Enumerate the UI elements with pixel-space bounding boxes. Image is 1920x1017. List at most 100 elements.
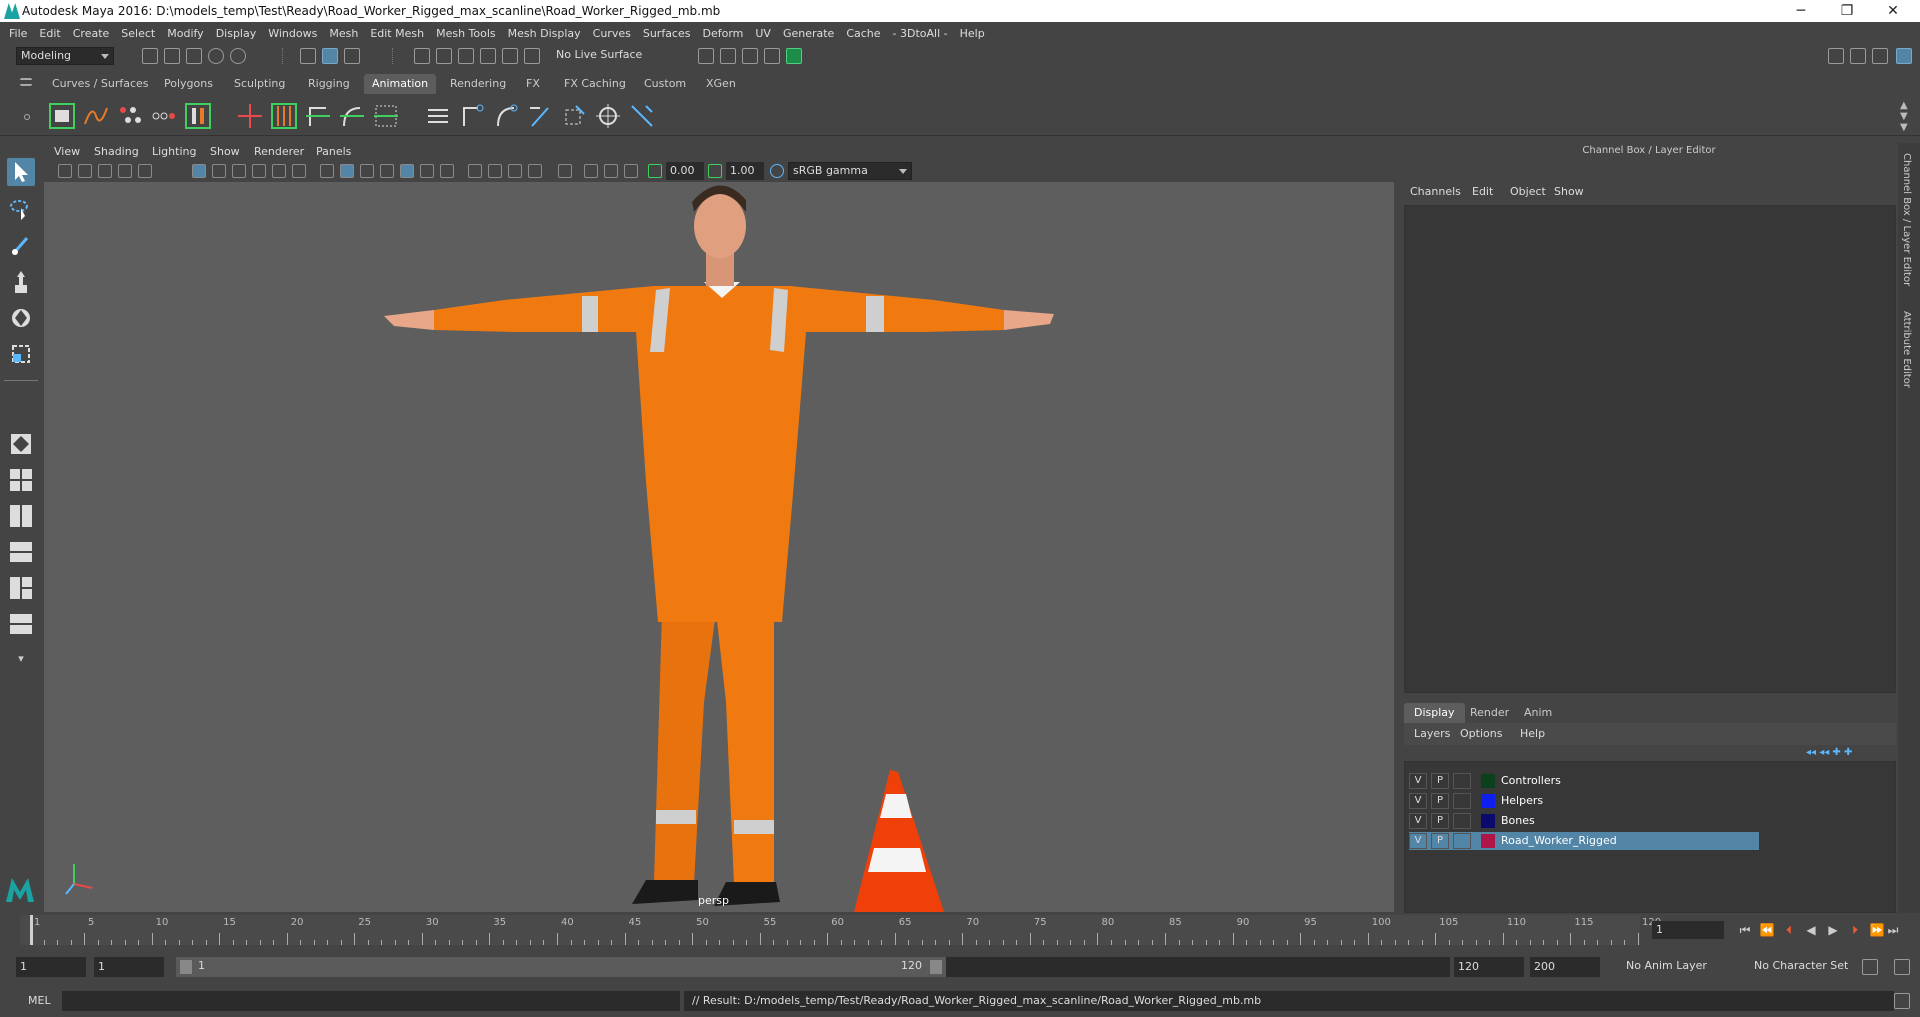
locator-icon[interactable] [594,102,622,130]
minimize-button[interactable]: ─ [1778,0,1824,22]
textured-icon[interactable] [400,164,414,178]
shelf-scroll-icon[interactable]: ▲ ▼ ▼ [1900,100,1908,133]
ipr-render-icon[interactable] [742,48,758,64]
menu-edit-mesh[interactable]: Edit Mesh [370,27,424,40]
tab-xgen[interactable]: XGen [698,74,744,94]
bookmark-icon[interactable] [98,164,112,178]
dope-sheet-icon[interactable] [184,102,212,130]
ik-handle-icon[interactable] [270,102,298,130]
go-to-start-icon[interactable]: ⏮ [1737,922,1753,938]
workspace-layout-icon[interactable] [1828,48,1844,64]
gamma-field[interactable]: 1.00 [726,162,764,180]
color-space-selector[interactable]: sRGB gamma [788,162,912,180]
toggle-attribute-editor-icon[interactable] [1850,48,1866,64]
menu-3dtoall[interactable]: - 3DtoAll - [893,27,948,40]
layer-row-bones[interactable]: V P Bones [1409,812,1759,830]
outliner-layout-icon[interactable] [7,538,35,566]
snap-point-icon[interactable] [458,48,474,64]
pole-vector-icon[interactable] [526,102,554,130]
camera-select-icon[interactable] [58,164,72,178]
xray-joints-icon[interactable] [584,164,598,178]
render-current-icon[interactable] [720,48,736,64]
redo-icon[interactable] [230,48,246,64]
render-settings-icon[interactable] [764,48,780,64]
snap-view-plane-icon[interactable] [480,48,496,64]
playback-start-field[interactable]: 1 [94,957,164,977]
tab-render[interactable]: Render [1460,703,1519,723]
layer-color-swatch[interactable] [1481,814,1495,828]
tab-custom[interactable]: Custom [636,74,695,94]
camera-attributes-icon[interactable] [78,164,92,178]
panel-menu-panels[interactable]: Panels [316,145,351,158]
start-time-field[interactable]: 1 [16,957,86,977]
menu-mesh-display[interactable]: Mesh Display [508,27,581,40]
film-gate-icon[interactable] [212,164,226,178]
menu-help[interactable]: Help [960,27,985,40]
tab-animation[interactable]: Animation [364,74,437,94]
layer-row-road-worker-rigged[interactable]: V P Road_Worker_Rigged [1409,832,1759,850]
auto-key-icon[interactable] [1862,959,1878,975]
select-by-hierarchy-icon[interactable] [300,48,316,64]
menu-options[interactable]: Options [1460,727,1502,740]
more-layouts-icon[interactable]: ▾ [7,652,35,668]
perspective-viewport[interactable]: persp [44,182,1394,912]
live-surface-field[interactable]: No Live Surface [552,47,658,65]
tab-anim[interactable]: Anim [1514,703,1562,723]
history-icon[interactable] [524,48,540,64]
create-joint-icon[interactable] [236,102,264,130]
tab-rigging[interactable]: Rigging [300,74,358,94]
mode-selector[interactable]: Modeling [16,47,114,65]
tab-rendering[interactable]: Rendering [442,74,515,94]
display-type-toggle[interactable] [1453,833,1471,849]
open-scene-icon[interactable] [164,48,180,64]
anim-layer-selector[interactable]: No Anim Layer [1622,957,1742,977]
menu-windows[interactable]: Windows [268,27,317,40]
menu-deform[interactable]: Deform [702,27,743,40]
time-slider[interactable]: 1 5 10 15 20 25 30 35 40 45 50 55 60 65 70 75 80 85 90 95 10… [20,915,1661,945]
toggle-channel-box-icon[interactable] [1896,48,1912,64]
screen-space-ao-icon[interactable] [468,164,482,178]
rotate-tool-icon[interactable] [7,304,35,332]
orient-constraint-icon[interactable] [458,102,486,130]
set-key-icon[interactable] [116,102,144,130]
tab-display[interactable]: Display [1404,703,1465,723]
resolution-gate-icon[interactable] [232,164,246,178]
panel-menu-lighting[interactable]: Lighting [152,145,196,158]
wireframe-icon[interactable] [320,164,334,178]
single-view-layout-icon[interactable] [7,430,35,458]
field-chart-icon[interactable] [272,164,286,178]
hypershade-icon[interactable] [786,48,802,64]
grid-toggle-icon[interactable] [192,164,206,178]
tab-sculpting[interactable]: Sculpting [226,74,294,94]
menu-mesh[interactable]: Mesh [329,27,358,40]
tab-attribute-editor-vertical[interactable]: Attribute Editor [1901,311,1912,388]
graph-layout-icon[interactable] [7,574,35,602]
visibility-toggle[interactable]: V [1409,793,1427,809]
select-by-object-icon[interactable] [322,48,338,64]
parent-constraint-icon[interactable] [338,102,366,130]
motion-blur-icon[interactable] [488,164,502,178]
select-by-component-icon[interactable] [344,48,360,64]
display-type-toggle[interactable] [1453,793,1471,809]
hud-icon[interactable] [624,164,638,178]
channel-box-area[interactable] [1404,205,1896,693]
isolate-select-icon[interactable] [558,164,572,178]
menu-edit[interactable]: Edit [39,27,60,40]
select-tool-icon[interactable] [7,158,35,186]
menu-object[interactable]: Object [1510,185,1546,198]
new-scene-icon[interactable] [142,48,158,64]
cluster-icon[interactable] [372,102,400,130]
tab-curves-surfaces[interactable]: Curves / Surfaces [44,74,157,94]
tab-channel-box-vertical[interactable]: Channel Box / Layer Editor [1901,153,1912,286]
shelf-menu-icon[interactable] [20,78,32,86]
layer-color-swatch[interactable] [1481,794,1495,808]
smooth-shade-icon[interactable] [340,164,354,178]
gamma-icon[interactable] [708,164,722,178]
save-scene-icon[interactable] [186,48,202,64]
xray-active-icon[interactable] [604,164,618,178]
xray-icon[interactable] [380,164,394,178]
range-end-handle[interactable] [930,960,942,974]
shadows-icon[interactable] [440,164,454,178]
display-type-toggle[interactable] [1453,813,1471,829]
step-forward-key-icon[interactable]: ⏩ [1869,922,1885,938]
